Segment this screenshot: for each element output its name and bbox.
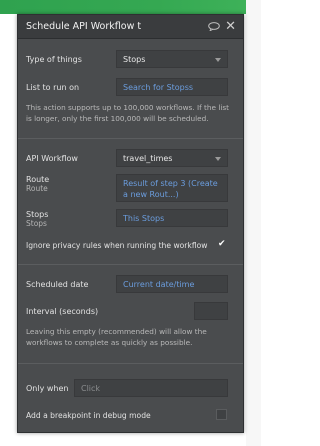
ignore-privacy-checkbox[interactable]: ✔ — [217, 239, 228, 250]
checkmark-icon: ✔ — [218, 239, 226, 249]
api-workflow-dropdown[interactable]: travel_times — [116, 149, 228, 167]
api-workflow-label: API Workflow — [26, 154, 78, 163]
type-of-things-dropdown[interactable]: Stops — [116, 50, 228, 68]
limit-note: This action supports up to 100,000 workf… — [26, 103, 230, 123]
chevron-down-icon — [215, 157, 221, 161]
interval-input[interactable] — [194, 302, 228, 320]
stops-value: This Stops — [123, 213, 165, 223]
scheduled-date-field[interactable]: Current date/time — [116, 275, 228, 293]
stops-label: Stops — [26, 210, 49, 219]
route-sublabel: Route — [26, 184, 48, 193]
breakpoint-checkbox[interactable] — [216, 409, 227, 420]
background-green-strip — [0, 0, 261, 14]
list-to-run-on-value: Search for Stopss — [123, 82, 194, 92]
list-to-run-on-field[interactable]: Search for Stopss — [116, 78, 228, 96]
stops-label-group: Stops Stops — [26, 210, 48, 228]
interval-label: Interval (seconds) — [26, 307, 99, 316]
panel-title: Schedule API Workflow t — [26, 21, 142, 32]
api-workflow-value: travel_times — [123, 153, 173, 163]
stops-field[interactable]: This Stops — [116, 209, 228, 227]
route-field[interactable]: Result of step 3 (Create a new Rout...) — [116, 174, 228, 202]
only-when-placeholder: Click — [81, 383, 101, 393]
scheduled-date-label: Scheduled date — [26, 280, 89, 289]
type-of-things-value: Stops — [123, 54, 146, 64]
property-editor-panel: Schedule API Workflow t ✕ Type of things… — [17, 14, 244, 433]
route-value: Result of step 3 (Create a new Rout...) — [123, 179, 218, 199]
panel-header[interactable]: Schedule API Workflow t ✕ — [18, 15, 243, 39]
chevron-down-icon — [215, 58, 221, 62]
type-of-things-label: Type of things — [26, 55, 82, 64]
ignore-privacy-label: Ignore privacy rules when running the wo… — [26, 241, 208, 250]
section-divider — [18, 138, 243, 139]
only-when-field[interactable]: Click — [74, 379, 228, 397]
stops-sublabel: Stops — [26, 219, 47, 228]
section-divider — [18, 363, 243, 364]
interval-note: Leaving this empty (recommended) will al… — [26, 327, 207, 347]
route-label-group: Route Route — [26, 175, 49, 193]
background-canvas — [246, 0, 261, 446]
only-when-label: Only when — [26, 384, 69, 393]
close-icon[interactable]: ✕ — [225, 20, 236, 33]
scheduled-date-value: Current date/time — [123, 279, 195, 289]
route-label: Route — [26, 175, 50, 184]
list-to-run-on-label: List to run on — [26, 83, 80, 92]
speech-bubble-icon[interactable] — [208, 22, 220, 31]
section-divider — [18, 264, 243, 265]
breakpoint-label: Add a breakpoint in debug mode — [26, 411, 151, 420]
